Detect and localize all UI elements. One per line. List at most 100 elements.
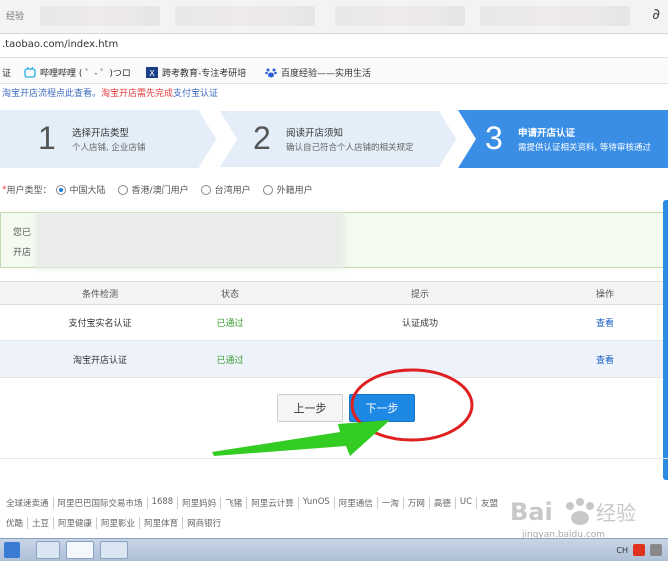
footer-link[interactable]: 阿里通信 [333,497,377,509]
hint-text: 认证成功 [401,319,438,329]
svg-text:经验: 经验 [596,501,636,525]
sogou-ime-icon[interactable] [633,544,645,556]
radio-taiwan[interactable]: 台湾用户 [200,183,251,196]
bookmark-label: 证 [2,69,12,79]
redacted-content [35,213,345,269]
footer-link[interactable]: 飞猪 [220,497,246,509]
bookmark-item[interactable]: 百度经验——实用生活 [265,66,371,79]
start-icon[interactable] [4,542,20,558]
radio-foreign[interactable]: 外籍用户 [262,183,313,196]
svg-text:Bai: Bai [510,498,553,526]
pointer-arrow-icon [212,420,390,456]
radio-icon[interactable] [262,184,273,195]
footer-link[interactable]: UC [454,497,476,509]
step-title: 阅读开店须知 [286,128,344,139]
footer-link[interactable]: 全球速卖通 [2,497,53,509]
step-title: 申请开店认证 [518,128,576,139]
taskbar-app-icon[interactable] [36,541,60,559]
radio-icon[interactable] [117,184,128,195]
table-header: 条件检测 状态 提示 操作 [0,281,668,305]
footer-links-row-1: 全球速卖通 阿里巴巴国际交易市场 1688 阿里妈妈 飞猪 阿里云计算 YunO… [2,497,502,509]
bookmark-label: 百度经验——实用生活 [281,69,372,79]
kuakao-logo-icon: X [146,67,158,78]
footer-link[interactable]: 万网 [402,497,429,509]
footer-link[interactable]: 阿里云计算 [246,497,298,509]
user-type-label: 用户类型： [6,186,52,196]
svg-text:X: X [149,69,155,78]
radio-icon[interactable] [55,184,66,195]
footer-link[interactable]: 阿里影业 [96,517,139,529]
notice-line: 淘宝开店流程点此查看。淘宝开店需先完成支付宝认证 [2,86,218,99]
browser-tab-bar: 经验 ∂ [0,0,668,34]
tray-icon[interactable] [650,544,662,556]
radio-label: 香港/澳门用户 [131,186,189,196]
step-title: 选择开店类型 [72,128,130,139]
footer-link[interactable]: 阿里妈妈 [177,497,220,509]
footer-link[interactable]: YunOS [297,497,334,509]
step-arrows [0,110,668,168]
baidu-paw-icon [265,68,277,78]
url-text[interactable]: .taobao.com/index.htm [2,39,118,50]
taskbar-browser-icon[interactable] [66,541,94,559]
info-line-2: 开店 [13,248,32,258]
link-icon[interactable]: ∂ [652,5,660,23]
radio-label: 外籍用户 [276,186,313,196]
footer-link[interactable]: 阿里巴巴国际交易市场 [52,497,147,509]
tab-blurred[interactable] [480,6,630,26]
tab-blurred[interactable] [335,6,465,26]
header-condition: 条件检测 [81,289,118,300]
bookmarks-bar: 证 哔哩哔哩 ( ゜- ゜)つロ X 跨考教育-专注考研培 百度经验——实用生活 [0,58,668,84]
side-panel-tab[interactable] [663,200,668,480]
bookmark-item[interactable]: X 跨考教育-专注考研培 [146,66,246,79]
radio-mainland[interactable]: 中国大陆 [55,183,106,196]
footer-link[interactable]: 土豆 [27,517,53,529]
bookmark-item[interactable]: 哔哩哔哩 ( ゜- ゜)つロ [24,66,131,79]
system-tray: CH [616,544,662,556]
bookmark-label: 哔哩哔哩 ( ゜- ゜)つロ [40,69,131,79]
notice-warning: 淘宝开店需先完成 [101,89,174,99]
tab-blurred[interactable] [40,6,160,26]
radio-icon[interactable] [200,184,211,195]
radio-label: 台湾用户 [214,186,251,196]
bookmark-label: 跨考教育-专注考研培 [162,69,247,79]
footer-link[interactable]: 1688 [146,497,178,509]
bilibili-icon [24,67,36,78]
tab-blurred[interactable] [175,6,315,26]
user-type-selector: * 用户类型： 中国大陆 香港/澳门用户 台湾用户 外籍用户 [0,183,313,196]
footer-link[interactable]: 友盟 [476,497,502,509]
footer-link[interactable]: 优酷 [2,517,27,529]
step-number: 1 [38,120,56,156]
footer-links-row-2: 优酷 土豆 阿里健康 阿里影业 阿里体育 网商银行 [2,517,225,529]
view-link[interactable]: 查看 [580,316,630,329]
condition-name: 淘宝开店认证 [72,355,127,366]
tab-title[interactable]: 经验 [6,9,24,22]
notice-link[interactable]: 淘宝开店流程点此查看。 [2,89,101,99]
step-subtitle: 确认自己符合个人店铺的相关规定 [286,143,414,153]
taskbar-app-icon[interactable] [100,541,128,559]
alipay-auth-link[interactable]: 支付宝认证 [173,89,218,99]
header-status: 状态 [220,289,239,300]
step-subtitle: 需提供认证相关资料, 等待审核通过 [518,143,651,153]
status-passed: 已通过 [216,319,244,329]
header-hint: 提示 [410,289,429,300]
footer-link[interactable]: 网商银行 [182,517,225,529]
info-message-box: 您已 开店 [0,212,668,269]
table-row: 支付宝实名认证 已通过 认证成功 查看 [0,305,668,341]
footer-link[interactable]: 阿里体育 [139,517,182,529]
step-number: 3 [485,120,503,156]
radio-hk-macau[interactable]: 香港/澳门用户 [117,183,189,196]
footer-link[interactable]: 一淘 [376,497,403,509]
radio-label: 中国大陆 [69,186,106,196]
address-bar[interactable]: .taobao.com/index.htm [0,34,668,58]
step-progress: 1 选择开店类型 个人店铺, 企业店铺 2 阅读开店须知 确认自己符合个人店铺的… [0,110,668,168]
step-subtitle: 个人店铺, 企业店铺 [72,143,146,153]
condition-name: 支付宝实名认证 [68,319,132,329]
info-line-1: 您已 [13,228,32,238]
footer-link[interactable]: 阿里健康 [53,517,96,529]
view-link[interactable]: 查看 [580,353,630,366]
baidu-jingyan-watermark-icon: Bai 经验 [510,498,636,526]
footer-link[interactable]: 高德 [428,497,455,509]
bookmark-item[interactable]: 证 [2,66,11,79]
language-indicator[interactable]: CH [616,546,628,555]
header-action: 操作 [595,289,614,300]
